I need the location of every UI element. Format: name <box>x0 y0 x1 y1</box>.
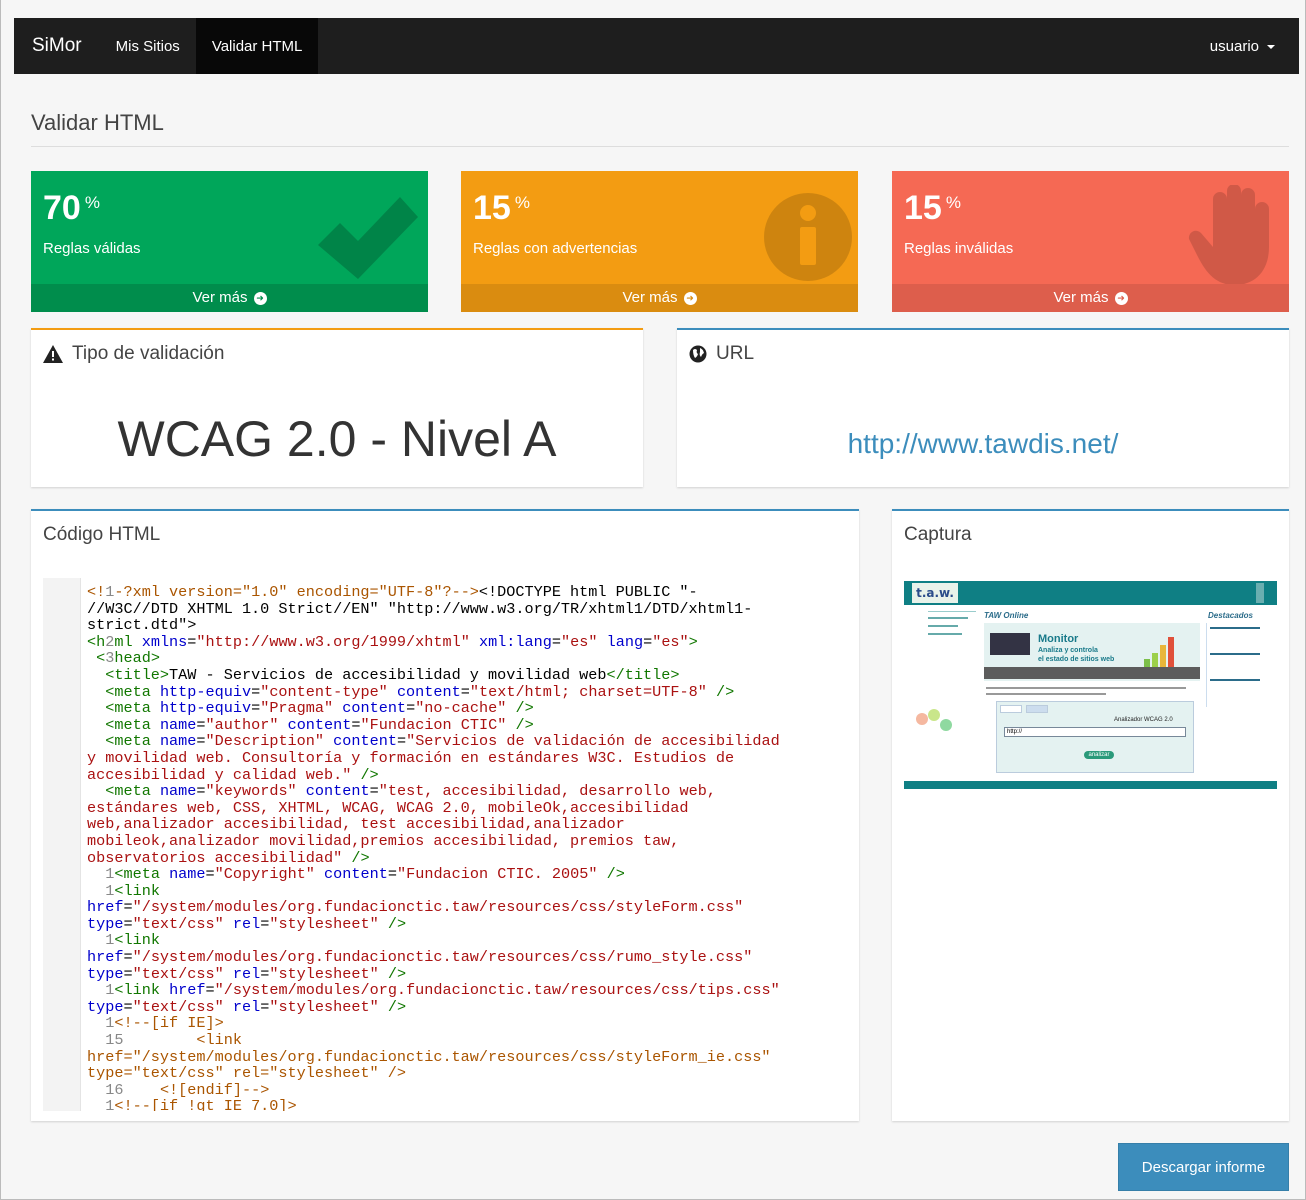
panel-title: Tipo de validación <box>72 343 225 364</box>
divider <box>31 146 1289 147</box>
arrow-circle-right-icon: ➜ <box>253 291 267 305</box>
url-panel: URL http://www.tawdis.net/ <box>677 328 1289 487</box>
url-link[interactable]: http://www.tawdis.net/ <box>677 428 1289 460</box>
globe-icon <box>689 345 707 363</box>
stat-value: 15% <box>473 189 530 227</box>
chevron-down-icon <box>1267 45 1275 49</box>
brand-logo[interactable]: SiMor <box>14 18 100 74</box>
shot-input: http:// <box>1004 727 1186 737</box>
html-code-panel: Código HTML <!1-?xml version="1.0" encod… <box>31 509 859 1121</box>
hand-stop-icon <box>1188 185 1269 285</box>
info-icon <box>764 193 852 281</box>
user-menu[interactable]: usuario <box>1186 18 1299 74</box>
stat-valid-rules: 70% Reglas válidas Ver más ➜ <box>31 171 428 312</box>
top-navbar: SiMor Mis Sitios Validar HTML usuario <box>14 18 1299 74</box>
stat-label: Reglas inválidas <box>904 240 1014 257</box>
panel-title: Código HTML <box>43 524 161 545</box>
shot-banner-sub1: Analiza y controla <box>1038 647 1098 654</box>
user-name: usuario <box>1209 37 1259 55</box>
page-screenshot: t.a.w. TAW Online Destacados Monitor Ana… <box>904 581 1277 791</box>
stat-invalid-rules: 15% Reglas inválidas Ver más ➜ <box>892 171 1289 312</box>
download-report-button[interactable]: Descargar informe <box>1118 1143 1289 1191</box>
panel-title: Captura <box>904 524 972 545</box>
arrow-circle-right-icon: ➜ <box>683 291 697 305</box>
check-icon <box>318 197 418 279</box>
shot-banner-sub2: el estado de sitios web <box>1038 656 1115 663</box>
code-viewer[interactable]: <!1-?xml version="1.0" encoding="UTF-8"?… <box>43 578 847 1111</box>
shot-heading: TAW Online <box>984 611 1029 620</box>
stat-value: 15% <box>904 189 961 227</box>
more-link[interactable]: Ver más ➜ <box>461 284 858 312</box>
panel-header: Tipo de validación <box>43 343 224 365</box>
stat-label: Reglas con advertencias <box>473 240 638 257</box>
nav-validar-html[interactable]: Validar HTML <box>195 18 319 74</box>
code-content: <!1-?xml version="1.0" encoding="UTF-8"?… <box>87 583 780 1111</box>
shot-button: analizar <box>1084 751 1114 759</box>
validation-type-panel: Tipo de validación WCAG 2.0 - Nivel A <box>31 328 643 487</box>
shot-tool: Analizador WCAG 2.0 <box>1114 717 1173 723</box>
more-link[interactable]: Ver más ➜ <box>892 284 1289 312</box>
nav-mis-sitios[interactable]: Mis Sitios <box>100 18 196 74</box>
stat-value: 70% <box>43 189 100 227</box>
taw-logo: t.a.w. <box>912 583 958 603</box>
code-gutter <box>43 578 81 1111</box>
warning-icon <box>43 345 63 363</box>
panel-header: URL <box>689 343 754 365</box>
page-title: Validar HTML <box>31 110 164 135</box>
shot-banner-title: Monitor <box>1038 633 1079 645</box>
capture-panel: Captura t.a.w. TAW Online Destacados Mon… <box>892 509 1289 1121</box>
stat-warning-rules: 15% Reglas con advertencias Ver más ➜ <box>461 171 858 312</box>
arrow-circle-right-icon: ➜ <box>1114 291 1128 305</box>
panel-title: URL <box>716 343 755 364</box>
stat-label: Reglas válidas <box>43 240 141 257</box>
shot-side: Destacados <box>1208 611 1253 620</box>
validation-type-value: WCAG 2.0 - Nivel A <box>117 411 557 467</box>
more-link[interactable]: Ver más ➜ <box>31 284 428 312</box>
